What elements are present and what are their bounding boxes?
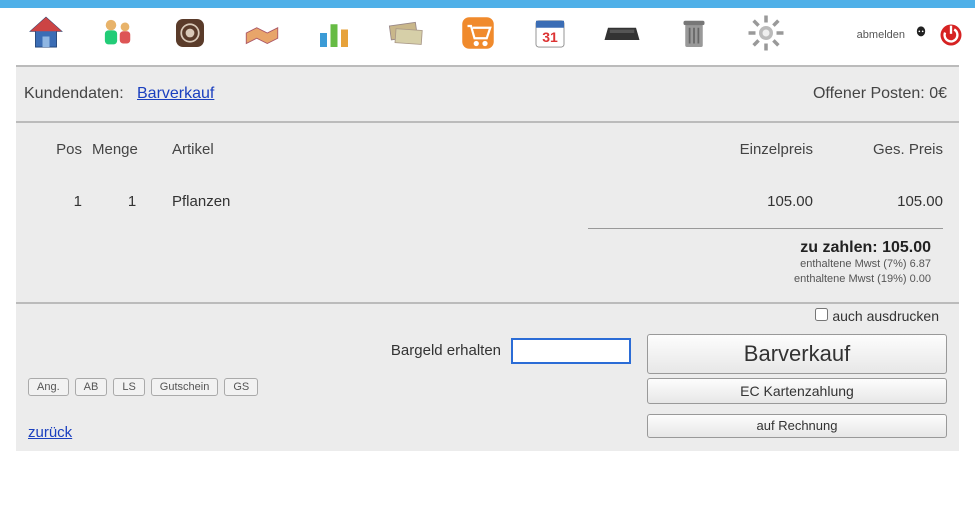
chart-icon	[313, 12, 355, 54]
ang-button[interactable]: Ang.	[28, 378, 69, 396]
trash-icon	[673, 12, 715, 54]
vat-7: enthaltene Mwst (7%) 6.87	[28, 257, 931, 272]
col-artikel: Artikel	[172, 141, 683, 158]
rechnung-button[interactable]: auf Rechnung	[647, 414, 947, 438]
box-icon	[169, 12, 211, 54]
cash-input[interactable]	[511, 338, 631, 364]
customer-row: Kundendaten: Barverkauf Offener Posten: …	[16, 67, 959, 121]
power-icon[interactable]	[937, 21, 965, 49]
nav-settings[interactable]	[730, 12, 802, 57]
svg-text:31: 31	[542, 29, 558, 45]
ls-button[interactable]: LS	[113, 378, 144, 396]
assistant-icon[interactable]	[911, 23, 931, 46]
offener-value: 0€	[929, 85, 947, 102]
nav-home[interactable]	[10, 12, 82, 57]
home-icon	[25, 12, 67, 54]
calendar-icon: 31	[529, 12, 571, 54]
cell-gesamt: 105.00	[813, 193, 943, 210]
line-items-table: Pos Menge Artikel Einzelpreis Ges. Preis…	[16, 123, 959, 302]
nav-product[interactable]	[154, 12, 226, 57]
nav-deal[interactable]	[226, 12, 298, 57]
back-link[interactable]: zurück	[28, 424, 72, 441]
mini-button-row: Ang. AB LS Gutschein GS	[28, 378, 631, 396]
kundendaten-label: Kundendaten:	[24, 85, 124, 102]
nav-drawer[interactable]	[586, 12, 658, 57]
logout-link[interactable]: abmelden	[857, 29, 905, 41]
cash-drawer-icon	[601, 12, 643, 54]
cash-label: Bargeld erhalten	[391, 342, 501, 359]
barverkauf-button[interactable]: Barverkauf	[647, 334, 947, 374]
handshake-icon	[241, 12, 283, 54]
col-einzel: Einzelpreis	[683, 141, 813, 158]
cash-icon	[385, 12, 427, 54]
col-menge: Menge	[92, 141, 172, 158]
table-header: Pos Menge Artikel Einzelpreis Ges. Preis	[28, 123, 947, 175]
main-panel: Kundendaten: Barverkauf Offener Posten: …	[16, 65, 959, 451]
nav-cart[interactable]	[442, 12, 514, 57]
gear-icon	[745, 12, 787, 54]
gs-button[interactable]: GS	[224, 378, 258, 396]
zu-zahlen-value: 105.00	[882, 239, 931, 256]
print-checkbox[interactable]	[815, 308, 828, 321]
cell-menge: 1	[92, 193, 172, 210]
offener-label: Offener Posten:	[813, 85, 925, 102]
nav-trash[interactable]	[658, 12, 730, 57]
nav-customers[interactable]	[82, 12, 154, 57]
gutschein-button[interactable]: Gutschein	[151, 378, 219, 396]
cell-pos: 1	[32, 193, 92, 210]
top-accent-bar	[0, 0, 975, 8]
toolbar: 31 abmelden	[0, 8, 975, 65]
col-pos: Pos	[32, 141, 92, 158]
people-icon	[97, 12, 139, 54]
cell-artikel: Pflanzen	[172, 193, 683, 210]
nav-money[interactable]	[370, 12, 442, 57]
kundendaten-link[interactable]: Barverkauf	[137, 85, 214, 102]
vat-19: enthaltene Mwst (19%) 0.00	[28, 272, 931, 287]
cell-einzel: 105.00	[683, 193, 813, 210]
table-row: 1 1 Pflanzen 105.00 105.00	[28, 175, 947, 228]
totals-block: zu zahlen: 105.00 enthaltene Mwst (7%) 6…	[28, 229, 947, 302]
nav-stats[interactable]	[298, 12, 370, 57]
col-gesamt: Ges. Preis	[813, 141, 943, 158]
zu-zahlen-label: zu zahlen:	[800, 239, 877, 256]
nav-calendar[interactable]: 31	[514, 12, 586, 57]
cart-icon	[457, 12, 499, 54]
ec-button[interactable]: EC Kartenzahlung	[647, 378, 947, 404]
ab-button[interactable]: AB	[75, 378, 108, 396]
print-label[interactable]: auch ausdrucken	[832, 308, 939, 324]
